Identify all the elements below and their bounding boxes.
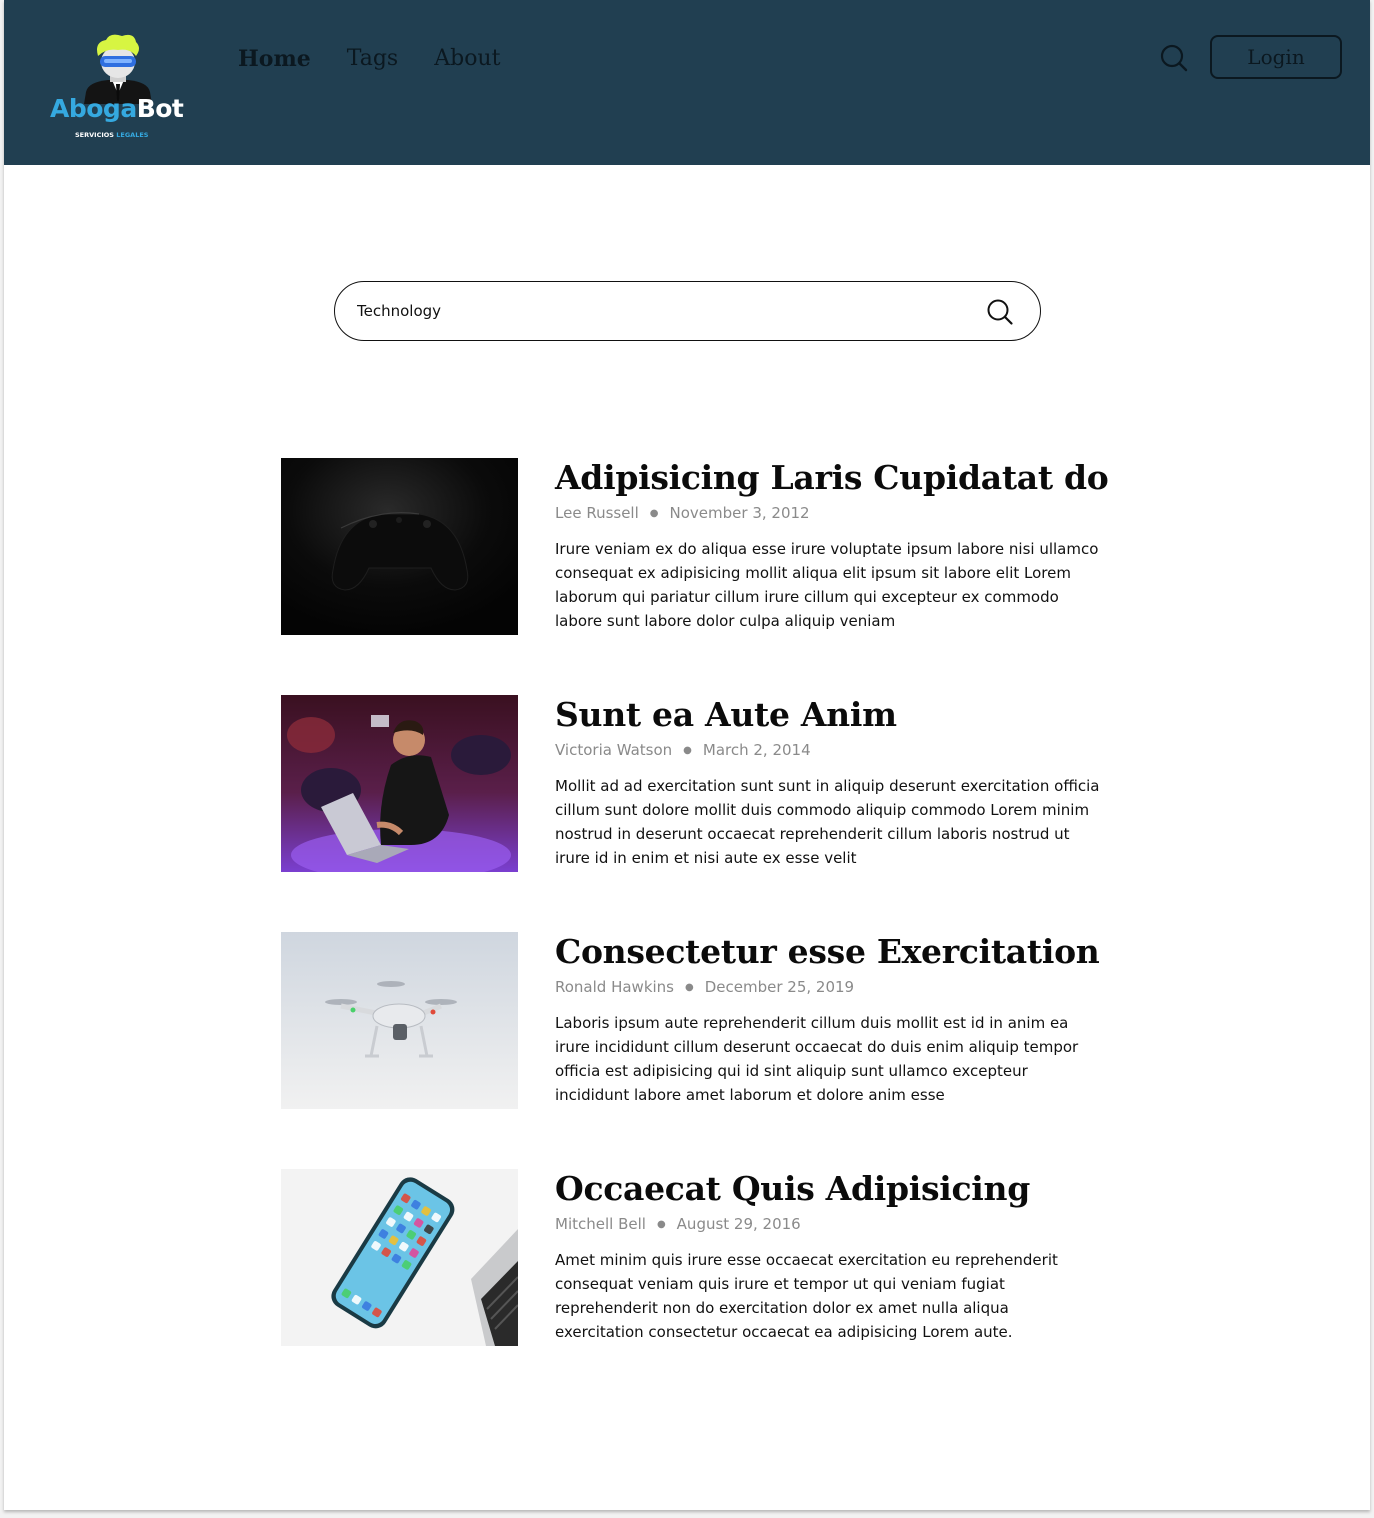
article-title[interactable]: Sunt ea Aute Anim [555, 695, 1115, 735]
article-title[interactable]: Adipisicing Laris Cupidatat do [555, 458, 1115, 498]
lawyer-bot-logo-icon [84, 34, 152, 104]
article-list: Adipisicing Laris Cupidatat do Lee Russe… [281, 458, 1121, 1406]
article-title[interactable]: Consectetur esse Exercitation [555, 932, 1115, 972]
main-nav: Home Tags About [238, 46, 500, 72]
logo-text-bot: Bot [136, 94, 184, 123]
site-header: AbogaBot SERVICIOS LEGALES Home Tags Abo… [4, 0, 1370, 165]
site-logo[interactable]: AbogaBot SERVICIOS LEGALES [48, 34, 184, 142]
article-meta: Lee Russell ● November 3, 2012 [555, 503, 1115, 524]
smartphone-image [281, 1169, 518, 1346]
search-submit-button[interactable] [986, 298, 1014, 326]
logo-text-aboga: Aboga [50, 94, 137, 123]
article-date: March 2, 2014 [702, 741, 811, 759]
article-author: Ronald Hawkins [555, 978, 674, 996]
article-excerpt: Laboris ipsum aute reprehenderit cillum … [555, 1013, 1079, 1104]
article-author: Lee Russell [555, 504, 639, 522]
person-with-laptop-image [281, 695, 518, 872]
nav-tags[interactable]: Tags [347, 46, 398, 72]
logo-tagline-1: SERVICIOS [75, 131, 114, 139]
page-frame: AbogaBot SERVICIOS LEGALES Home Tags Abo… [4, 0, 1370, 1510]
article-thumbnail[interactable] [281, 458, 518, 635]
article-excerpt: Irure veniam ex do aliqua esse irure vol… [555, 539, 1099, 630]
drone-image [281, 932, 518, 1109]
article-author: Victoria Watson [555, 741, 673, 759]
search-bar [334, 281, 1041, 341]
game-controller-image [281, 458, 518, 635]
search-icon [1160, 44, 1188, 72]
article-date: November 3, 2012 [669, 504, 810, 522]
article-thumbnail[interactable] [281, 932, 518, 1109]
meta-separator: ● [649, 507, 659, 519]
search-input[interactable] [357, 298, 957, 324]
article-excerpt: Mollit ad ad exercitation sunt sunt in a… [555, 776, 1100, 867]
article-meta: Mitchell Bell ● August 29, 2016 [555, 1214, 1115, 1235]
login-button[interactable]: Login [1210, 35, 1342, 79]
search-icon [987, 299, 1013, 325]
nav-home[interactable]: Home [238, 46, 311, 72]
article-excerpt: Amet minim quis irure esse occaecat exer… [555, 1250, 1058, 1341]
article-meta: Ronald Hawkins ● December 25, 2019 [555, 977, 1115, 998]
article-author: Mitchell Bell [555, 1215, 646, 1233]
meta-separator: ● [683, 744, 692, 756]
article-thumbnail[interactable] [281, 695, 518, 872]
meta-separator: ● [656, 1218, 666, 1230]
article-card: Consectetur esse Exercitation Ronald Haw… [281, 932, 1121, 1169]
article-date: December 25, 2019 [704, 978, 855, 996]
article-date: August 29, 2016 [676, 1215, 801, 1233]
logo-tagline-2: LEGALES [116, 131, 149, 139]
header-search-icon[interactable] [1159, 43, 1189, 73]
article-meta: Victoria Watson ● March 2, 2014 [555, 740, 1115, 761]
meta-separator: ● [685, 981, 694, 993]
article-title[interactable]: Occaecat Quis Adipisicing [555, 1169, 1115, 1209]
nav-about[interactable]: About [434, 46, 500, 72]
article-thumbnail[interactable] [281, 1169, 518, 1346]
article-card: Adipisicing Laris Cupidatat do Lee Russe… [281, 458, 1121, 695]
article-card: Sunt ea Aute Anim Victoria Watson ● March … [281, 695, 1121, 932]
article-card: Occaecat Quis Adipisicing Mitchell Bell ●… [281, 1169, 1121, 1406]
